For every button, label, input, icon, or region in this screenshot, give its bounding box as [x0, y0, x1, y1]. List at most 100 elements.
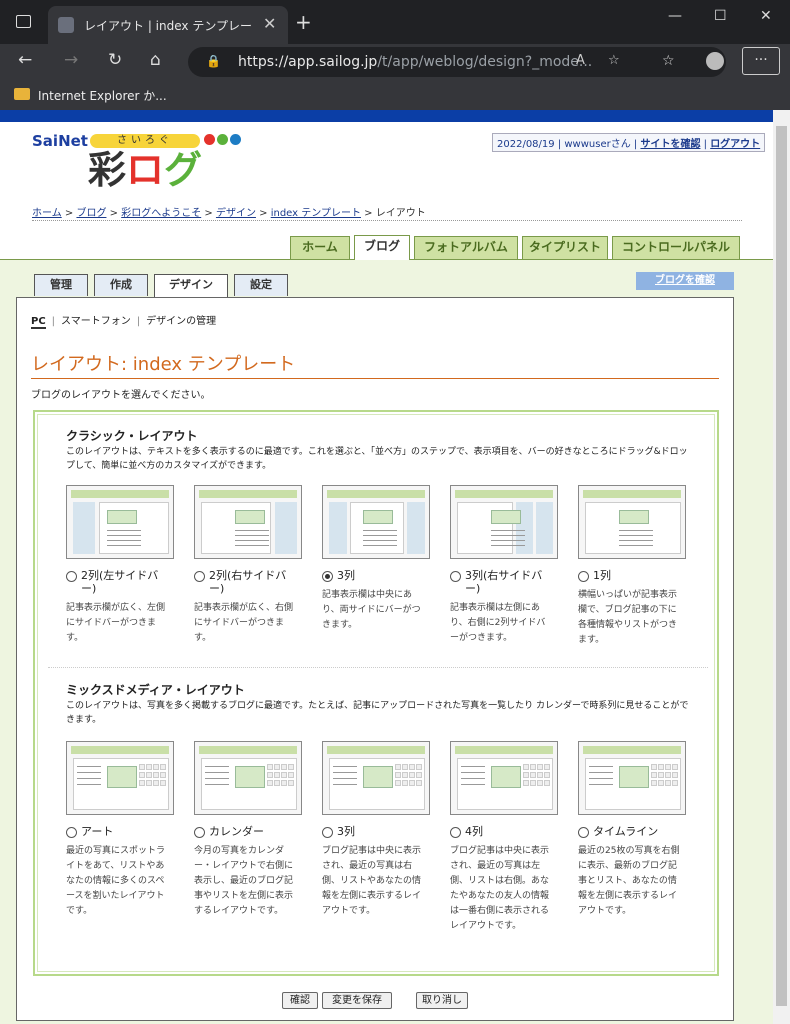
favorites-icon[interactable]: ☆	[662, 53, 675, 69]
scrollbar-thumb[interactable]	[776, 126, 787, 1006]
layout-option[interactable]: 3列(右サイドバー) 記事表示欄は左側にあり、右側に2列サイドバーがつきます。	[450, 485, 558, 646]
profile-avatar[interactable]	[706, 52, 724, 70]
layout-radio-option[interactable]: 1列	[578, 569, 686, 582]
layout-thumbnail[interactable]	[194, 485, 302, 559]
layout-option-label[interactable]: 4列	[465, 825, 557, 838]
radio-button[interactable]	[578, 827, 589, 838]
layout-thumbnail[interactable]	[578, 485, 686, 559]
tab-design[interactable]: デザイン	[154, 274, 228, 298]
radio-button[interactable]	[450, 827, 461, 838]
tab-manage[interactable]: 管理	[34, 274, 88, 296]
layout-thumbnail[interactable]	[66, 741, 174, 815]
address-bar[interactable]: 🔒 https://app.sailog.jp/t/app/weblog/des…	[188, 47, 726, 77]
radio-button[interactable]	[450, 571, 461, 582]
layout-radio-option[interactable]: 3列	[322, 569, 430, 582]
layout-radio-option[interactable]: タイムライン	[578, 825, 686, 838]
nav-photo-album[interactable]: フォトアルバム	[414, 236, 518, 259]
layout-option-desc: 最近の25枚の写真を右側に表示、最新のブログ記事とリスト、あなたの情報を左側に表…	[578, 846, 680, 916]
radio-button[interactable]	[66, 571, 77, 582]
layout-radio-option[interactable]: 2列(左サイドバー)	[66, 569, 174, 595]
maximize-icon[interactable]: ☐	[714, 8, 727, 24]
radio-button[interactable]	[578, 571, 589, 582]
sub-nav-smartphone[interactable]: スマートフォン	[61, 316, 131, 327]
layout-option-label[interactable]: タイムライン	[593, 825, 685, 838]
layout-option-label[interactable]: 3列(右サイドバー)	[465, 569, 557, 595]
view-blog-button[interactable]: ブログを確認	[636, 272, 734, 290]
back-icon[interactable]: ←	[18, 50, 32, 70]
layout-option[interactable]: カレンダー 今月の写真をカレンダー・レイアウトで右側に表示し、最近のブログ記事やリ…	[194, 741, 302, 919]
confirm-button[interactable]: 確認	[282, 992, 318, 1009]
layout-option-label[interactable]: 2列(右サイドバー)	[209, 569, 301, 595]
forward-icon[interactable]: →	[64, 50, 78, 70]
layout-option[interactable]: 2列(左サイドバー) 記事表示欄が広く、左側にサイドバーがつきます。	[66, 485, 174, 646]
tab-create[interactable]: 作成	[94, 274, 148, 296]
layout-option[interactable]: 3列 ブログ記事は中央に表示され、最近の写真は右側、リストやあなたの情報を左側に表…	[322, 741, 430, 919]
sub-nav-design-manage[interactable]: デザインの管理	[146, 316, 216, 327]
layout-thumbnail[interactable]	[66, 485, 174, 559]
cancel-button[interactable]: 取り消し	[416, 992, 468, 1009]
breadcrumb-item[interactable]: デザイン	[216, 208, 256, 219]
favorites-item[interactable]: Internet Explorer か...	[38, 87, 167, 104]
browser-chrome: レイアウト | index テンプレート | デザイ ✕ + — ☐ ✕ ← →…	[0, 0, 790, 110]
tab-settings[interactable]: 設定	[234, 274, 288, 296]
close-window-icon[interactable]: ✕	[760, 8, 772, 24]
layout-thumbnail[interactable]	[578, 741, 686, 815]
layout-thumbnail[interactable]	[322, 741, 430, 815]
radio-button[interactable]	[322, 571, 333, 582]
view-site-link[interactable]: サイトを確認	[640, 139, 700, 150]
layout-option[interactable]: 2列(右サイドバー) 記事表示欄が広く、右側にサイドバーがつきます。	[194, 485, 302, 646]
new-tab-icon[interactable]: +	[295, 10, 312, 34]
divider	[32, 220, 742, 221]
layout-radio-option[interactable]: 4列	[450, 825, 558, 838]
breadcrumb-item[interactable]: 彩ログへようこそ	[121, 208, 201, 219]
more-menu-icon[interactable]: ···	[742, 47, 780, 75]
minimize-icon[interactable]: —	[668, 8, 682, 24]
layout-option-desc: 記事表示欄が広く、右側にサイドバーがつきます。	[194, 603, 294, 643]
layout-option-label[interactable]: 3列	[337, 569, 429, 582]
radio-button[interactable]	[322, 827, 333, 838]
layout-thumbnail[interactable]	[450, 741, 558, 815]
layout-option[interactable]: 1列 横幅いっぱいが記事表示欄で、ブログ記事の下に各種情報やリストがつきます。	[578, 485, 686, 648]
layout-option-label[interactable]: 3列	[337, 825, 429, 838]
layout-radio-option[interactable]: 2列(右サイドバー)	[194, 569, 302, 595]
layout-radio-option[interactable]: 3列(右サイドバー)	[450, 569, 558, 595]
read-aloud-icon[interactable]: A	[576, 53, 585, 68]
close-tab-icon[interactable]: ✕	[263, 14, 276, 33]
layout-option[interactable]: タイムライン最近の25枚の写真を右側に表示、最新のブログ記事とリスト、あなたの情…	[578, 741, 686, 919]
breadcrumb-item[interactable]: index テンプレート	[271, 208, 361, 219]
scrollbar[interactable]	[773, 110, 790, 1024]
tab-actions-icon[interactable]	[16, 15, 31, 28]
radio-button[interactable]	[194, 827, 205, 838]
address-row: ← → ↻ ⌂ 🔒 https://app.sailog.jp/t/app/we…	[0, 44, 790, 80]
add-favorite-icon[interactable]: ☆	[608, 53, 620, 68]
layout-radio-option[interactable]: カレンダー	[194, 825, 302, 838]
nav-control-panel[interactable]: コントロールパネル	[612, 236, 740, 259]
layout-thumbnail[interactable]	[450, 485, 558, 559]
home-icon[interactable]: ⌂	[150, 50, 161, 70]
layout-option[interactable]: 4列 ブログ記事は中央に表示され、最近の写真は左側、リストは右側。あなたやあなたの…	[450, 741, 558, 934]
layout-option-label[interactable]: カレンダー	[209, 825, 301, 838]
breadcrumb-item[interactable]: ブログ	[76, 208, 106, 219]
sub-nav-pc[interactable]: PC	[31, 316, 46, 329]
layout-option-label[interactable]: 2列(左サイドバー)	[81, 569, 173, 595]
lock-icon[interactable]: 🔒	[206, 54, 221, 68]
breadcrumb-item[interactable]: ホーム	[32, 208, 62, 219]
layout-thumbnail[interactable]	[194, 741, 302, 815]
layout-option-label[interactable]: 1列	[593, 569, 685, 582]
nav-typelist[interactable]: タイプリスト	[522, 236, 608, 259]
radio-button[interactable]	[194, 571, 205, 582]
nav-home[interactable]: ホーム	[290, 236, 350, 259]
nav-blog[interactable]: ブログ	[354, 235, 410, 260]
layout-radio-option[interactable]: 3列	[322, 825, 430, 838]
layout-option[interactable]: アート最近の写真にスポットライトをあて、リストやあなたの情報に多くのスペースを割…	[66, 741, 174, 919]
browser-tab[interactable]: レイアウト | index テンプレート | デザイ ✕	[48, 6, 288, 44]
refresh-icon[interactable]: ↻	[108, 50, 122, 70]
save-button[interactable]: 変更を保存	[322, 992, 392, 1009]
radio-button[interactable]	[66, 827, 77, 838]
layout-option[interactable]: 3列 記事表示欄は中央にあり、両サイドにバーがつきます。	[322, 485, 430, 633]
logout-link[interactable]: ログアウト	[710, 139, 760, 150]
layout-option-desc: 最近の写真にスポットライトをあて、リストやあなたの情報に多くのスペースを割いたレ…	[66, 846, 166, 916]
layout-option-label[interactable]: アート	[81, 825, 173, 838]
layout-thumbnail[interactable]	[322, 485, 430, 559]
layout-radio-option[interactable]: アート	[66, 825, 174, 838]
